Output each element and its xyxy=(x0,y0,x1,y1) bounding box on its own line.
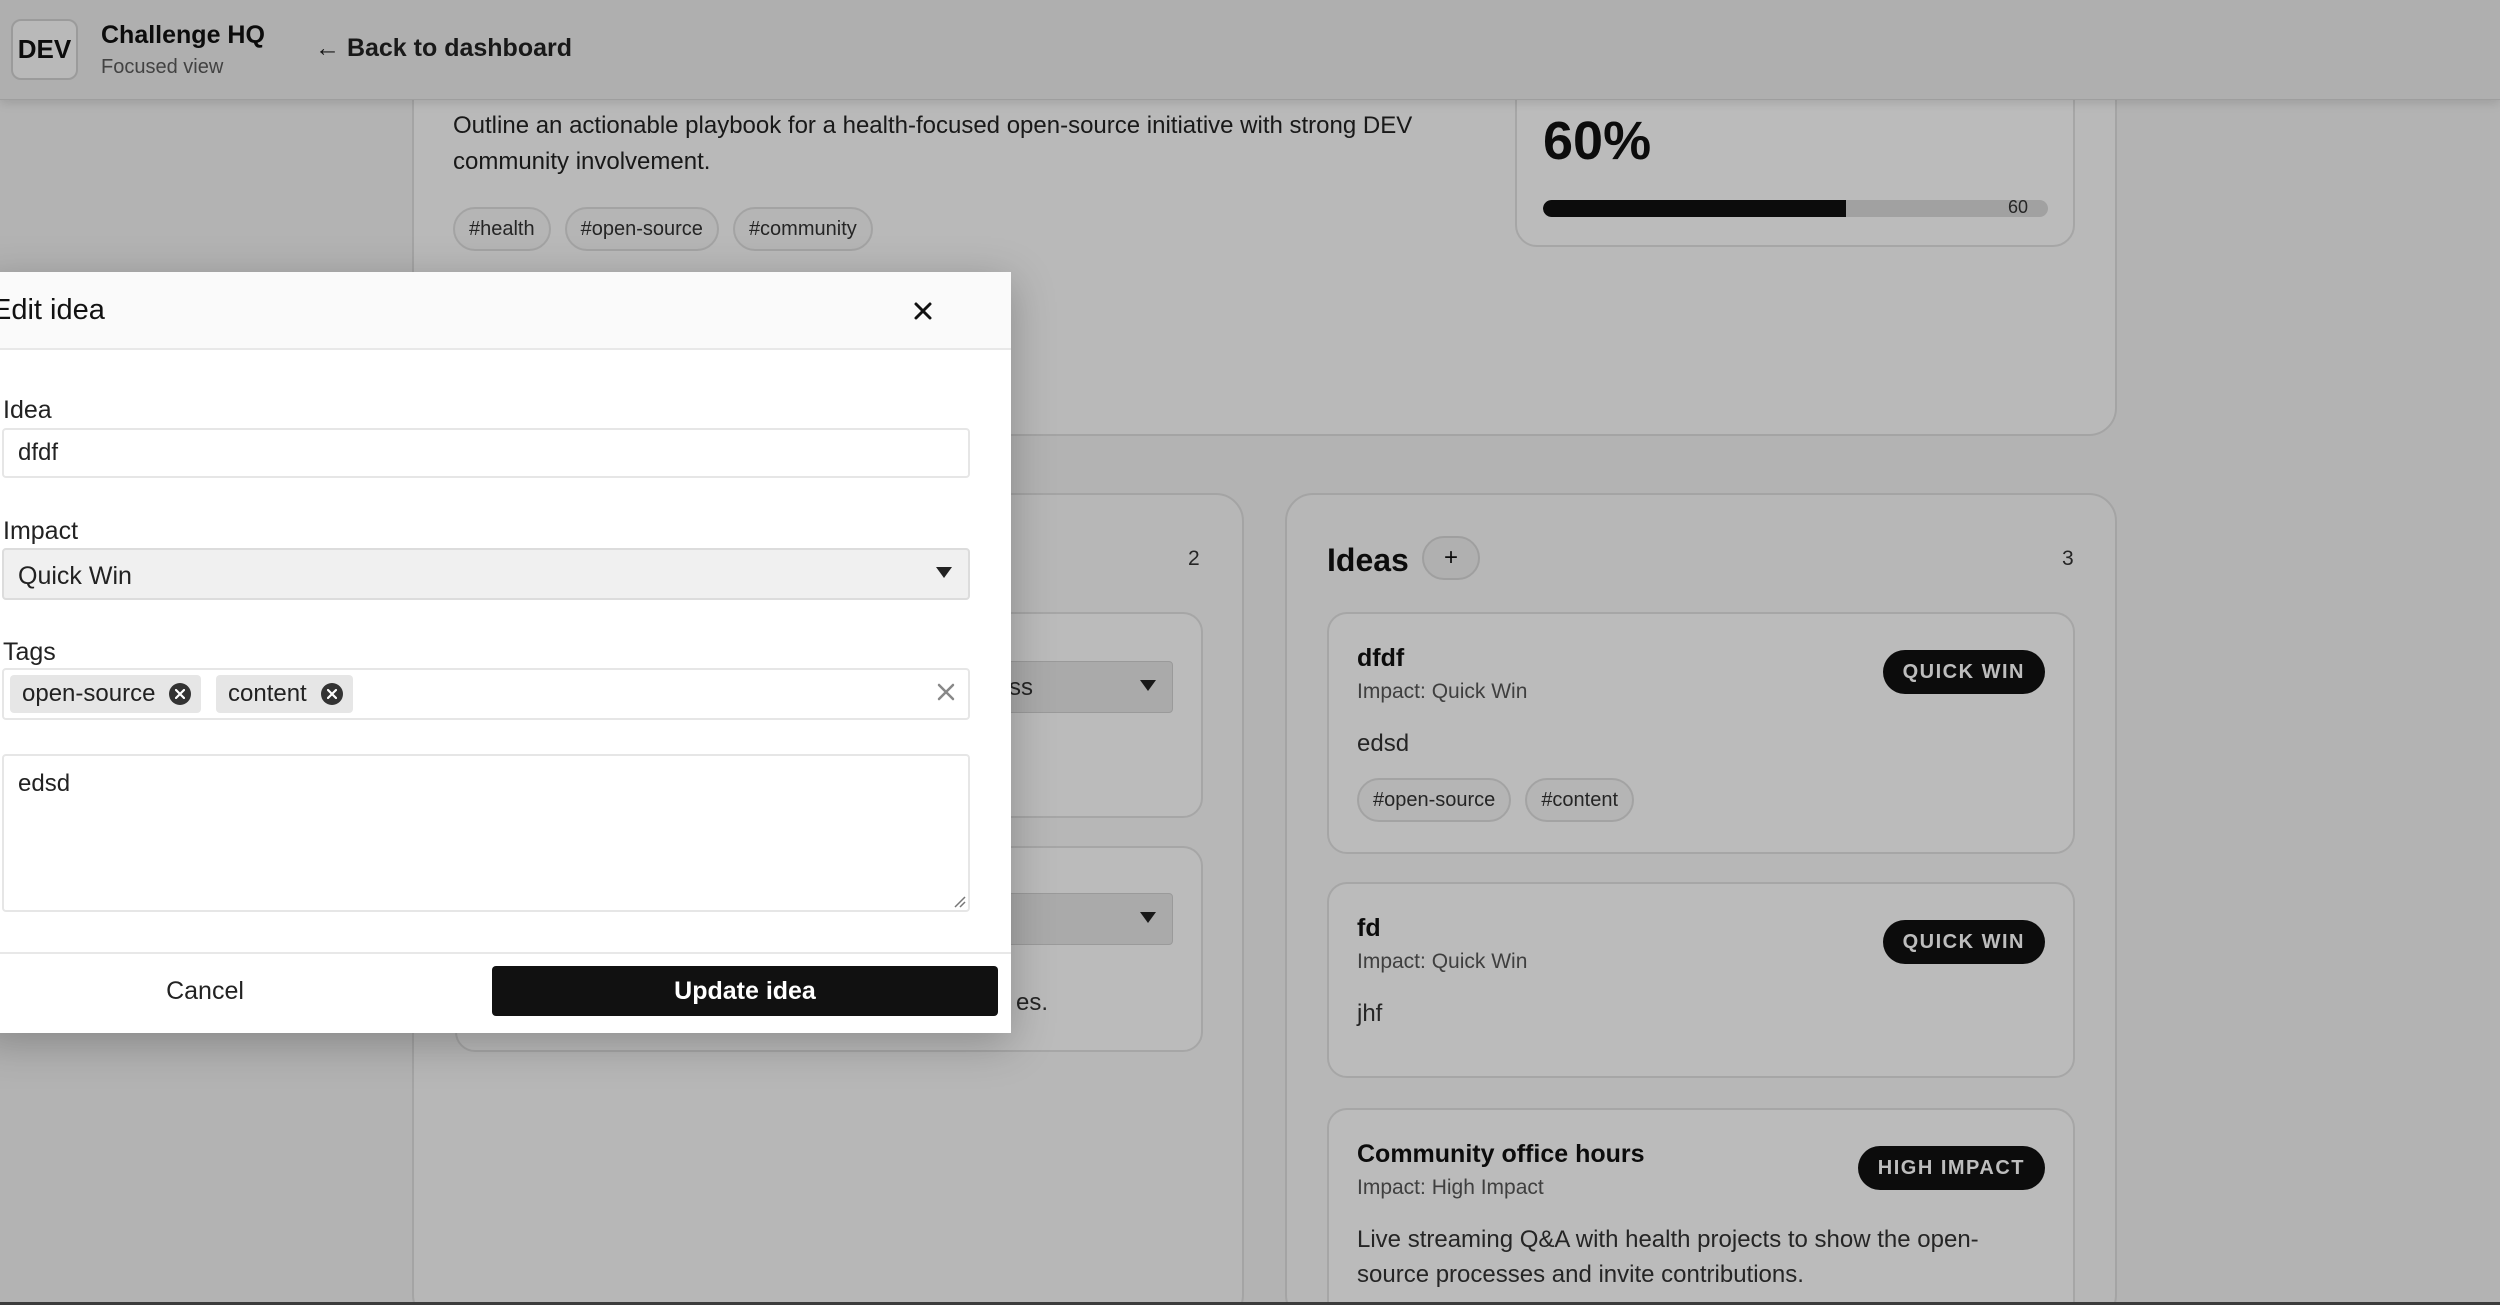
tag-pill-label: open-source xyxy=(22,680,156,707)
impact-select-value: Quick Win xyxy=(18,562,132,590)
remove-tag-icon xyxy=(175,689,186,699)
tags-field-label: Tags xyxy=(3,638,56,666)
description-value: edsd xyxy=(18,770,71,797)
modal-header: Edit idea xyxy=(0,272,1011,350)
modal-footer-divider xyxy=(0,952,1011,954)
remove-tag-button[interactable] xyxy=(169,683,192,705)
idea-input[interactable] xyxy=(2,428,970,478)
resize-grip-icon[interactable] xyxy=(952,894,966,908)
idea-field-label: Idea xyxy=(3,396,52,424)
close-icon xyxy=(914,302,932,320)
close-button[interactable] xyxy=(906,294,940,328)
edit-idea-modal: Edit idea Idea Impact Quick Win Tags ope… xyxy=(0,272,1011,1033)
clear-icon xyxy=(937,683,955,701)
cancel-button[interactable]: Cancel xyxy=(40,966,370,1016)
tag-pill: content xyxy=(216,675,353,713)
impact-select[interactable]: Quick Win xyxy=(2,548,970,600)
tags-input[interactable]: open-source content xyxy=(2,668,970,720)
modal-title: Edit idea xyxy=(0,294,105,326)
clear-tags-button[interactable] xyxy=(936,682,956,707)
chevron-down-icon xyxy=(936,567,952,578)
tag-pill: open-source xyxy=(10,675,202,713)
remove-tag-button[interactable] xyxy=(320,683,343,705)
description-textarea[interactable]: edsd xyxy=(2,754,970,912)
tag-pill-label: content xyxy=(228,680,307,707)
remove-tag-icon xyxy=(326,689,337,699)
update-idea-button[interactable]: Update idea xyxy=(492,966,998,1016)
impact-field-label: Impact xyxy=(3,517,79,545)
